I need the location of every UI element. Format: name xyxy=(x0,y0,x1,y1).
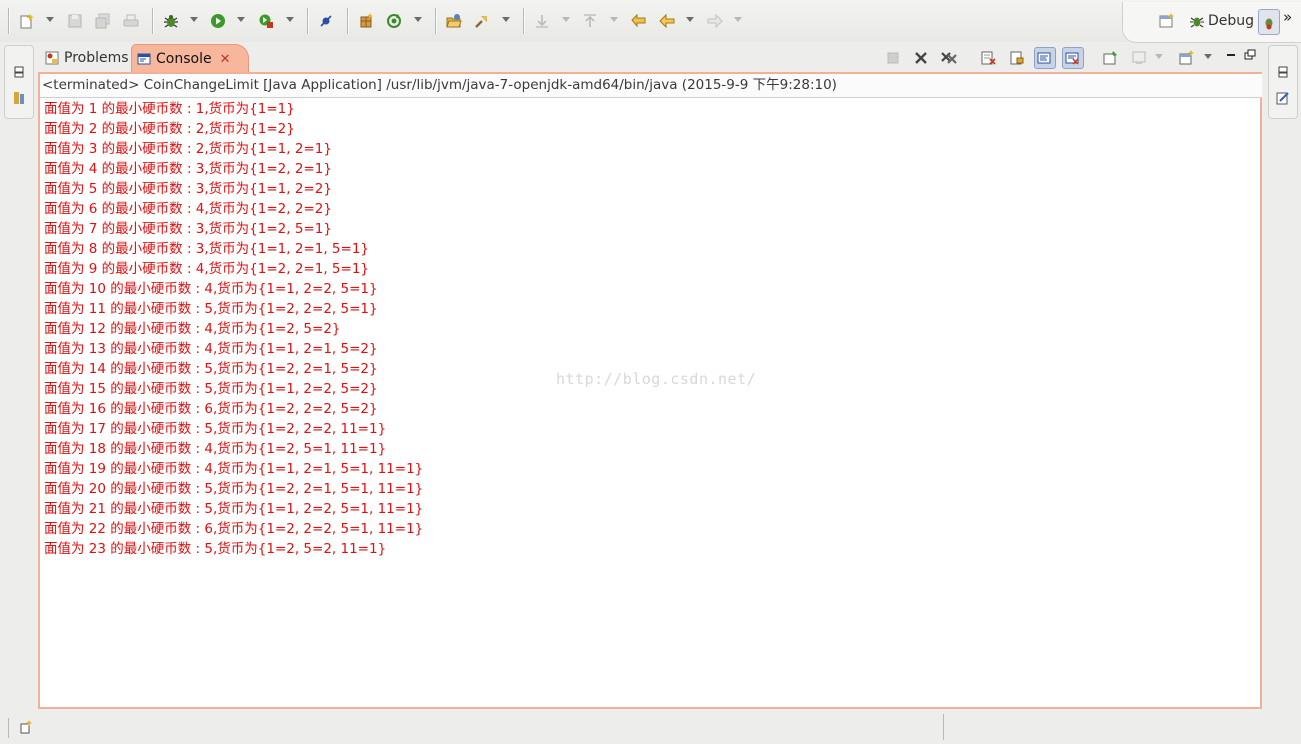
output-line: 面值为 2 的最小硬币数 : 2,货币为{1=2} xyxy=(44,121,295,137)
restore-icon[interactable] xyxy=(1276,64,1290,78)
external-tools-dropdown-icon[interactable] xyxy=(286,17,294,22)
new-icon[interactable] xyxy=(16,10,38,32)
new-dropdown-icon[interactable] xyxy=(46,17,54,22)
print-icon xyxy=(120,10,142,32)
next-annotation-dropdown-icon xyxy=(562,17,570,22)
terminate-icon xyxy=(884,49,902,67)
refresh-dropdown-icon[interactable] xyxy=(414,17,422,22)
open-perspective-icon[interactable] xyxy=(1156,10,1178,32)
output-line: 面值为 14 的最小硬币数 : 5,货币为{1=2, 2=1, 5=2} xyxy=(44,361,378,377)
toolbar-separator xyxy=(152,8,154,34)
forward-icon xyxy=(704,10,726,32)
save-icon xyxy=(64,10,86,32)
output-line: 面值为 15 的最小硬币数 : 5,货币为{1=1, 2=2, 5=2} xyxy=(44,381,378,397)
save-all-icon xyxy=(92,10,114,32)
back-dropdown-icon[interactable] xyxy=(686,17,694,22)
back-icon[interactable] xyxy=(656,10,678,32)
output-line: 面值为 23 的最小硬币数 : 5,货币为{1=2, 5=2, 11=1} xyxy=(44,541,387,557)
view-tab-bar: Problems Console ✕ xyxy=(38,43,1262,73)
fast-view-icon[interactable] xyxy=(16,716,36,738)
skip-breakpoints-icon[interactable] xyxy=(315,10,337,32)
left-trim-stack xyxy=(4,45,34,119)
output-line: 面值为 19 的最小硬币数 : 4,货币为{1=1, 2=1, 5=1, 11=… xyxy=(44,461,424,477)
debug-dropdown-icon[interactable] xyxy=(190,17,198,22)
minimize-icon[interactable] xyxy=(1222,46,1240,64)
external-tools-icon[interactable] xyxy=(255,10,277,32)
remove-launch-icon[interactable] xyxy=(912,49,930,67)
clear-console-icon[interactable] xyxy=(980,49,998,67)
console-icon xyxy=(137,53,151,65)
open-type-icon[interactable] xyxy=(443,10,465,32)
status-separator xyxy=(943,714,944,740)
output-line: 面值为 11 的最小硬币数 : 5,货币为{1=2, 2=2, 5=1} xyxy=(44,301,378,317)
debug-perspective-icon[interactable] xyxy=(1188,10,1206,32)
console-view: Problems Console ✕ <terminated> CoinChan… xyxy=(38,43,1262,709)
right-trim-stack xyxy=(1268,45,1298,119)
toolbar-separator xyxy=(347,8,349,34)
maximize-icon[interactable] xyxy=(1241,46,1259,64)
output-line: 面值为 3 的最小硬币数 : 2,货币为{1=1, 2=1} xyxy=(44,141,332,157)
console-text-area[interactable]: <terminated> CoinChangeLimit [Java Appli… xyxy=(38,72,1262,709)
debug-icon[interactable] xyxy=(160,10,182,32)
output-line: 面值为 7 的最小硬币数 : 3,货币为{1=2, 5=1} xyxy=(44,221,332,237)
main-toolbar: Debug » xyxy=(0,0,1301,43)
output-line: 面值为 12 的最小硬币数 : 4,货币为{1=2, 5=2} xyxy=(44,321,341,337)
process-status-line: <terminated> CoinChangeLimit [Java Appli… xyxy=(40,74,1262,98)
next-annotation-icon xyxy=(531,10,553,32)
tab-problems-label: Problems xyxy=(64,50,129,66)
output-line: 面值为 22 的最小硬币数 : 6,货币为{1=2, 2=2, 5=1, 11=… xyxy=(44,521,424,537)
tab-problems[interactable]: Problems xyxy=(40,45,132,71)
package-explorer-icon[interactable] xyxy=(12,90,26,104)
toolbar-separator xyxy=(8,8,10,34)
close-tab-icon[interactable]: ✕ xyxy=(220,52,231,67)
output-line: 面值为 16 的最小硬币数 : 6,货币为{1=2, 2=2, 5=2} xyxy=(44,401,378,417)
output-line: 面值为 9 的最小硬币数 : 4,货币为{1=2, 2=1, 5=1} xyxy=(44,261,369,277)
output-line: 面值为 17 的最小硬币数 : 5,货币为{1=2, 2=2, 11=1} xyxy=(44,421,387,437)
display-console-dropdown-icon xyxy=(1155,54,1163,59)
open-console-icon[interactable] xyxy=(1178,49,1196,67)
new-java-package-icon[interactable] xyxy=(355,10,377,32)
outline-icon[interactable] xyxy=(1276,90,1290,105)
run-icon[interactable] xyxy=(207,10,229,32)
problems-icon xyxy=(45,51,59,65)
previous-annotation-dropdown-icon xyxy=(610,17,618,22)
search-icon[interactable] xyxy=(471,10,493,32)
search-dropdown-icon[interactable] xyxy=(502,17,510,22)
remove-all-terminated-icon[interactable] xyxy=(940,49,958,67)
open-console-dropdown-icon[interactable] xyxy=(1204,54,1212,59)
refresh-icon[interactable] xyxy=(383,10,405,32)
pin-console-icon[interactable] xyxy=(1102,49,1120,67)
java-perspective-icon[interactable] xyxy=(1258,9,1280,35)
previous-annotation-icon xyxy=(579,10,601,32)
output-line: 面值为 21 的最小硬币数 : 5,货币为{1=1, 2=2, 5=1, 11=… xyxy=(44,501,424,517)
toolbar-separator xyxy=(307,8,309,34)
output-line: 面值为 5 的最小硬币数 : 3,货币为{1=1, 2=2} xyxy=(44,181,332,197)
toolbar-separator xyxy=(523,8,525,34)
perspective-overflow[interactable]: » xyxy=(1283,8,1292,26)
scroll-lock-icon[interactable] xyxy=(1008,49,1026,67)
restore-icon[interactable] xyxy=(12,64,26,78)
tab-console[interactable]: Console ✕ xyxy=(131,44,249,73)
show-when-stderr-icon[interactable] xyxy=(1062,47,1084,69)
last-edit-icon[interactable] xyxy=(628,10,650,32)
debug-perspective-label[interactable]: Debug xyxy=(1208,13,1254,29)
output-line: 面值为 6 的最小硬币数 : 4,货币为{1=2, 2=2} xyxy=(44,201,332,217)
display-selected-console-icon xyxy=(1130,49,1148,67)
forward-dropdown-icon xyxy=(734,17,742,22)
console-output: 面值为 1 的最小硬币数 : 1,货币为{1=1} 面值为 2 的最小硬币数 :… xyxy=(44,99,423,559)
output-line: 面值为 10 的最小硬币数 : 4,货币为{1=1, 2=2, 5=1} xyxy=(44,281,378,297)
status-separator xyxy=(8,718,9,738)
tab-console-label: Console xyxy=(156,51,212,67)
status-bar xyxy=(0,710,1301,744)
word-wrap-icon[interactable] xyxy=(1034,47,1056,69)
output-line: 面值为 1 的最小硬币数 : 1,货币为{1=1} xyxy=(44,101,295,117)
watermark: http://blog.csdn.net/ xyxy=(556,370,757,388)
output-line: 面值为 13 的最小硬币数 : 4,货币为{1=1, 2=1, 5=2} xyxy=(44,341,378,357)
output-line: 面值为 20 的最小硬币数 : 5,货币为{1=2, 2=1, 5=1, 11=… xyxy=(44,481,424,497)
run-dropdown-icon[interactable] xyxy=(237,17,245,22)
output-line: 面值为 4 的最小硬币数 : 3,货币为{1=2, 2=1} xyxy=(44,161,332,177)
toolbar-separator xyxy=(435,8,437,34)
output-line: 面值为 18 的最小硬币数 : 4,货币为{1=2, 5=1, 11=1} xyxy=(44,441,387,457)
output-line: 面值为 8 的最小硬币数 : 3,货币为{1=1, 2=1, 5=1} xyxy=(44,241,369,257)
